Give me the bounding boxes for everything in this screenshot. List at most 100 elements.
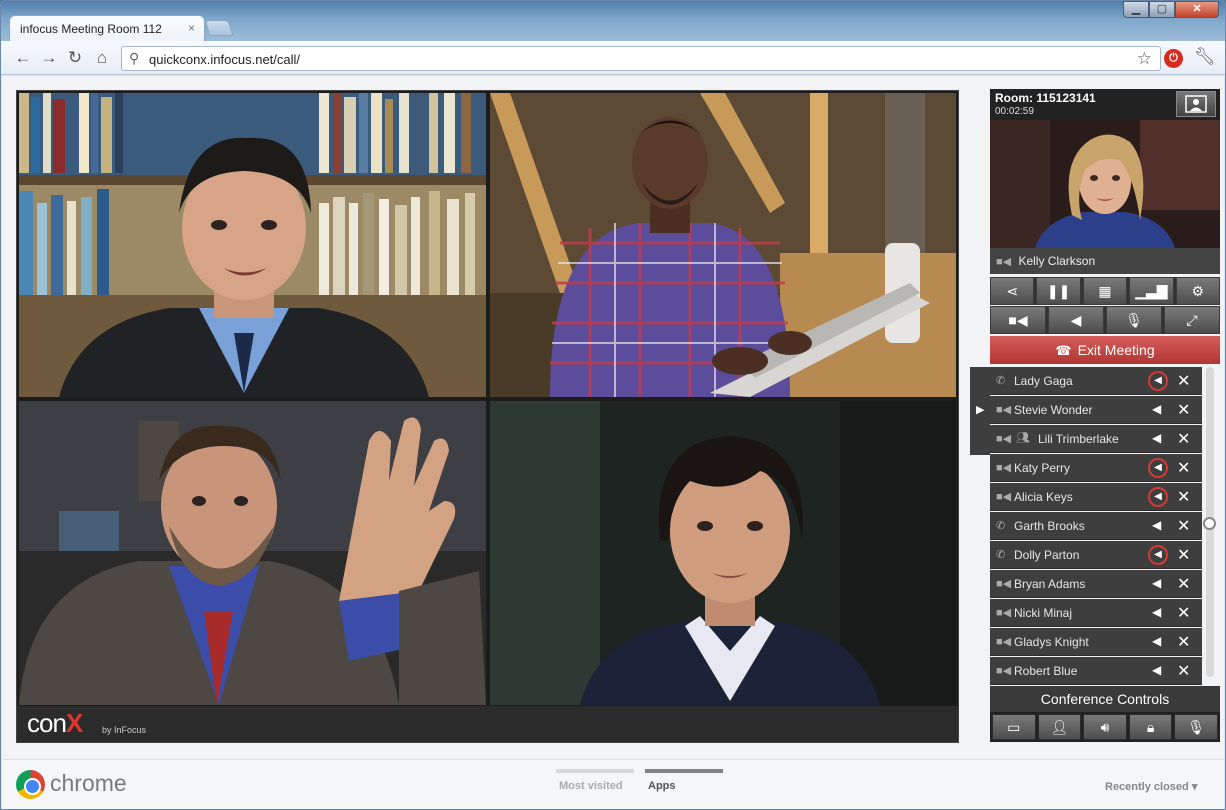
participant-name: Lady Gaga — [1014, 374, 1073, 388]
remove-participant-icon[interactable]: ✕ — [1177, 516, 1190, 536]
logo-x: X — [65, 708, 83, 738]
media-controls-row-1: ⋖ ❚❚ ▦ ▁▃▇ ⚙ — [990, 277, 1221, 305]
speaker-icon[interactable]: ◀ — [1152, 634, 1161, 648]
recently-closed-menu[interactable]: Recently closed ▾ — [1105, 780, 1197, 793]
presenter-button[interactable]: 👤︎ — [1037, 714, 1082, 740]
participant-name: Stevie Wonder — [1014, 403, 1093, 417]
wrench-menu-icon[interactable]: 🔧︎ — [1194, 47, 1216, 67]
participant-row[interactable]: ✆ Garth Brooks ◀ ✕ — [990, 512, 1202, 540]
camera-button[interactable]: ■◀ — [990, 306, 1046, 334]
new-tab-footer: chrome Most visited Apps Recently closed… — [2, 759, 1224, 809]
phone-icon: ✆ — [996, 375, 1006, 387]
participant-row[interactable]: ■◀ Alicia Keys ◀ ✕ — [990, 483, 1202, 511]
participant-name: Gladys Knight — [1014, 635, 1089, 649]
participant-row[interactable]: ■◀ Bryan Adams ◀ ✕ — [990, 570, 1202, 598]
remove-participant-icon[interactable]: ✕ — [1177, 371, 1190, 391]
fullscreen-icon: ⤢ — [1186, 311, 1198, 328]
participant-row[interactable]: ■◀ 👥︎ Lili Trimberlake ◀ ✕ — [990, 425, 1202, 453]
participant-video-3 — [19, 401, 486, 705]
close-window-button[interactable]: ✕ — [1175, 1, 1219, 18]
browser-tab[interactable]: infocus Meeting Room 112 × — [9, 15, 205, 41]
video-camera-icon: ■◀ — [996, 404, 1012, 416]
conx-logo: conX — [27, 708, 83, 739]
bookmark-star-icon[interactable]: ☆ — [1137, 49, 1152, 69]
participant-name: Alicia Keys — [1014, 490, 1073, 504]
speaker-icon[interactable]: ◀ — [1152, 431, 1161, 445]
mute-all-button[interactable]: 🎙︎ — [1174, 714, 1218, 740]
muted-speaker-icon[interactable]: ◀ — [1148, 458, 1168, 478]
home-icon[interactable]: ⌂ — [92, 48, 112, 68]
lock-button[interactable]: 🔒︎ — [1128, 714, 1173, 740]
video-grid: conX by InFocus — [16, 90, 959, 743]
remove-participant-icon[interactable]: ✕ — [1177, 400, 1190, 420]
participant-video-2 — [490, 93, 956, 397]
participant-row[interactable]: ✆ Lady Gaga ◀ ✕ — [990, 367, 1202, 395]
participant-name: Bryan Adams — [1014, 577, 1086, 591]
settings-button[interactable]: ⚙ — [1175, 277, 1221, 305]
conference-controls-header: Conference Controls — [990, 686, 1220, 712]
video-tile-2[interactable] — [490, 93, 956, 397]
fullscreen-button[interactable]: ⤢ — [1164, 306, 1220, 334]
muted-speaker-icon[interactable]: ◀ — [1148, 487, 1168, 507]
speaker-button[interactable]: ◀ — [1048, 306, 1104, 334]
exit-meeting-label: Exit Meeting — [1077, 342, 1155, 358]
minimize-button[interactable]: ▁ — [1123, 1, 1149, 18]
remove-participant-icon[interactable]: ✕ — [1177, 545, 1190, 565]
new-tab-button[interactable] — [204, 20, 234, 36]
self-view-toggle-button[interactable] — [1176, 91, 1216, 117]
remove-participant-icon[interactable]: ✕ — [1177, 661, 1190, 681]
muted-speaker-icon[interactable]: ◀ — [1148, 545, 1168, 565]
participant-list: ✆ Lady Gaga ◀ ✕ ▶ ■◀ Stevie Wonder ◀ ✕ ■… — [970, 367, 1220, 685]
share-button[interactable]: ⋖ — [990, 277, 1035, 305]
video-tile-4[interactable] — [490, 401, 956, 705]
participant-row[interactable]: ▶ ■◀ Stevie Wonder ◀ ✕ — [976, 396, 1202, 424]
share-icon: ⋖ — [1006, 282, 1019, 299]
remove-participant-icon[interactable]: ✕ — [1177, 574, 1190, 594]
participant-row[interactable]: ■◀ Gladys Knight ◀ ✕ — [990, 628, 1202, 656]
layout-button[interactable]: ▭ — [992, 714, 1036, 740]
remove-participant-icon[interactable]: ✕ — [1177, 458, 1190, 478]
video-camera-icon: ■◀ — [996, 256, 1012, 268]
self-view-video — [990, 120, 1220, 248]
speaker-icon[interactable]: ◀ — [1152, 518, 1161, 532]
apps-tab[interactable]: Apps — [648, 780, 676, 792]
back-icon[interactable]: ← — [13, 48, 33, 68]
forward-icon[interactable]: → — [39, 48, 59, 68]
participant-row[interactable]: ■◀ Katy Perry ◀ ✕ — [990, 454, 1202, 482]
remove-participant-icon[interactable]: ✕ — [1177, 429, 1190, 449]
participant-row[interactable]: ✆ Dolly Parton ◀ ✕ — [990, 541, 1202, 569]
browser-window: infocus Meeting Room 112 × ▁ ▢ ✕ ← → ↻ ⌂… — [0, 0, 1226, 810]
volume-button[interactable]: 🔊︎ — [1083, 714, 1127, 740]
participant-row[interactable]: ■◀ Robert Blue ◀ ✕ — [990, 657, 1202, 685]
grid-layout-button[interactable]: ▦ — [1082, 277, 1128, 305]
speaker-icon[interactable]: ◀ — [1152, 402, 1161, 416]
presenter-icon: 👤︎ — [1050, 718, 1069, 735]
stats-button[interactable]: ▁▃▇ — [1129, 277, 1174, 305]
speaker-icon[interactable]: ◀ — [1152, 663, 1161, 677]
microphone-icon: 🎙︎ — [1187, 718, 1206, 735]
video-tile-1[interactable] — [19, 93, 486, 397]
remove-participant-icon[interactable]: ✕ — [1177, 632, 1190, 652]
address-bar[interactable]: ⚲ quickconx.infocus.net/call/ ☆ — [121, 46, 1161, 71]
pause-button[interactable]: ❚❚ — [1036, 277, 1081, 305]
reload-icon[interactable]: ↻ — [65, 48, 85, 68]
video-tile-3[interactable] — [19, 401, 486, 705]
participant-name: Katy Perry — [1014, 461, 1071, 475]
extension-icon[interactable]: ⏻ — [1164, 49, 1183, 68]
most-visited-tab[interactable]: Most visited — [559, 780, 623, 792]
tab-close-icon[interactable]: × — [188, 21, 195, 35]
speaker-icon[interactable]: ◀ — [1152, 605, 1161, 619]
maximize-button[interactable]: ▢ — [1149, 1, 1175, 18]
remove-participant-icon[interactable]: ✕ — [1177, 487, 1190, 507]
title-bar: infocus Meeting Room 112 × ▁ ▢ ✕ — [1, 1, 1225, 41]
muted-speaker-icon[interactable]: ◀ — [1148, 371, 1168, 391]
microphone-button[interactable]: 🎙︎ — [1106, 306, 1162, 334]
speaker-icon[interactable]: ◀ — [1152, 576, 1161, 590]
logo-subtitle: by InFocus — [102, 725, 147, 735]
participant-row[interactable]: ■◀ Nicki Minaj ◀ ✕ — [990, 599, 1202, 627]
url-text[interactable]: quickconx.infocus.net/call/ — [149, 52, 300, 67]
participant-scroll-thumb[interactable] — [1203, 517, 1216, 530]
remove-participant-icon[interactable]: ✕ — [1177, 603, 1190, 623]
window-controls: ▁ ▢ ✕ — [1123, 1, 1219, 18]
exit-meeting-button[interactable]: ☎ Exit Meeting — [990, 336, 1220, 364]
